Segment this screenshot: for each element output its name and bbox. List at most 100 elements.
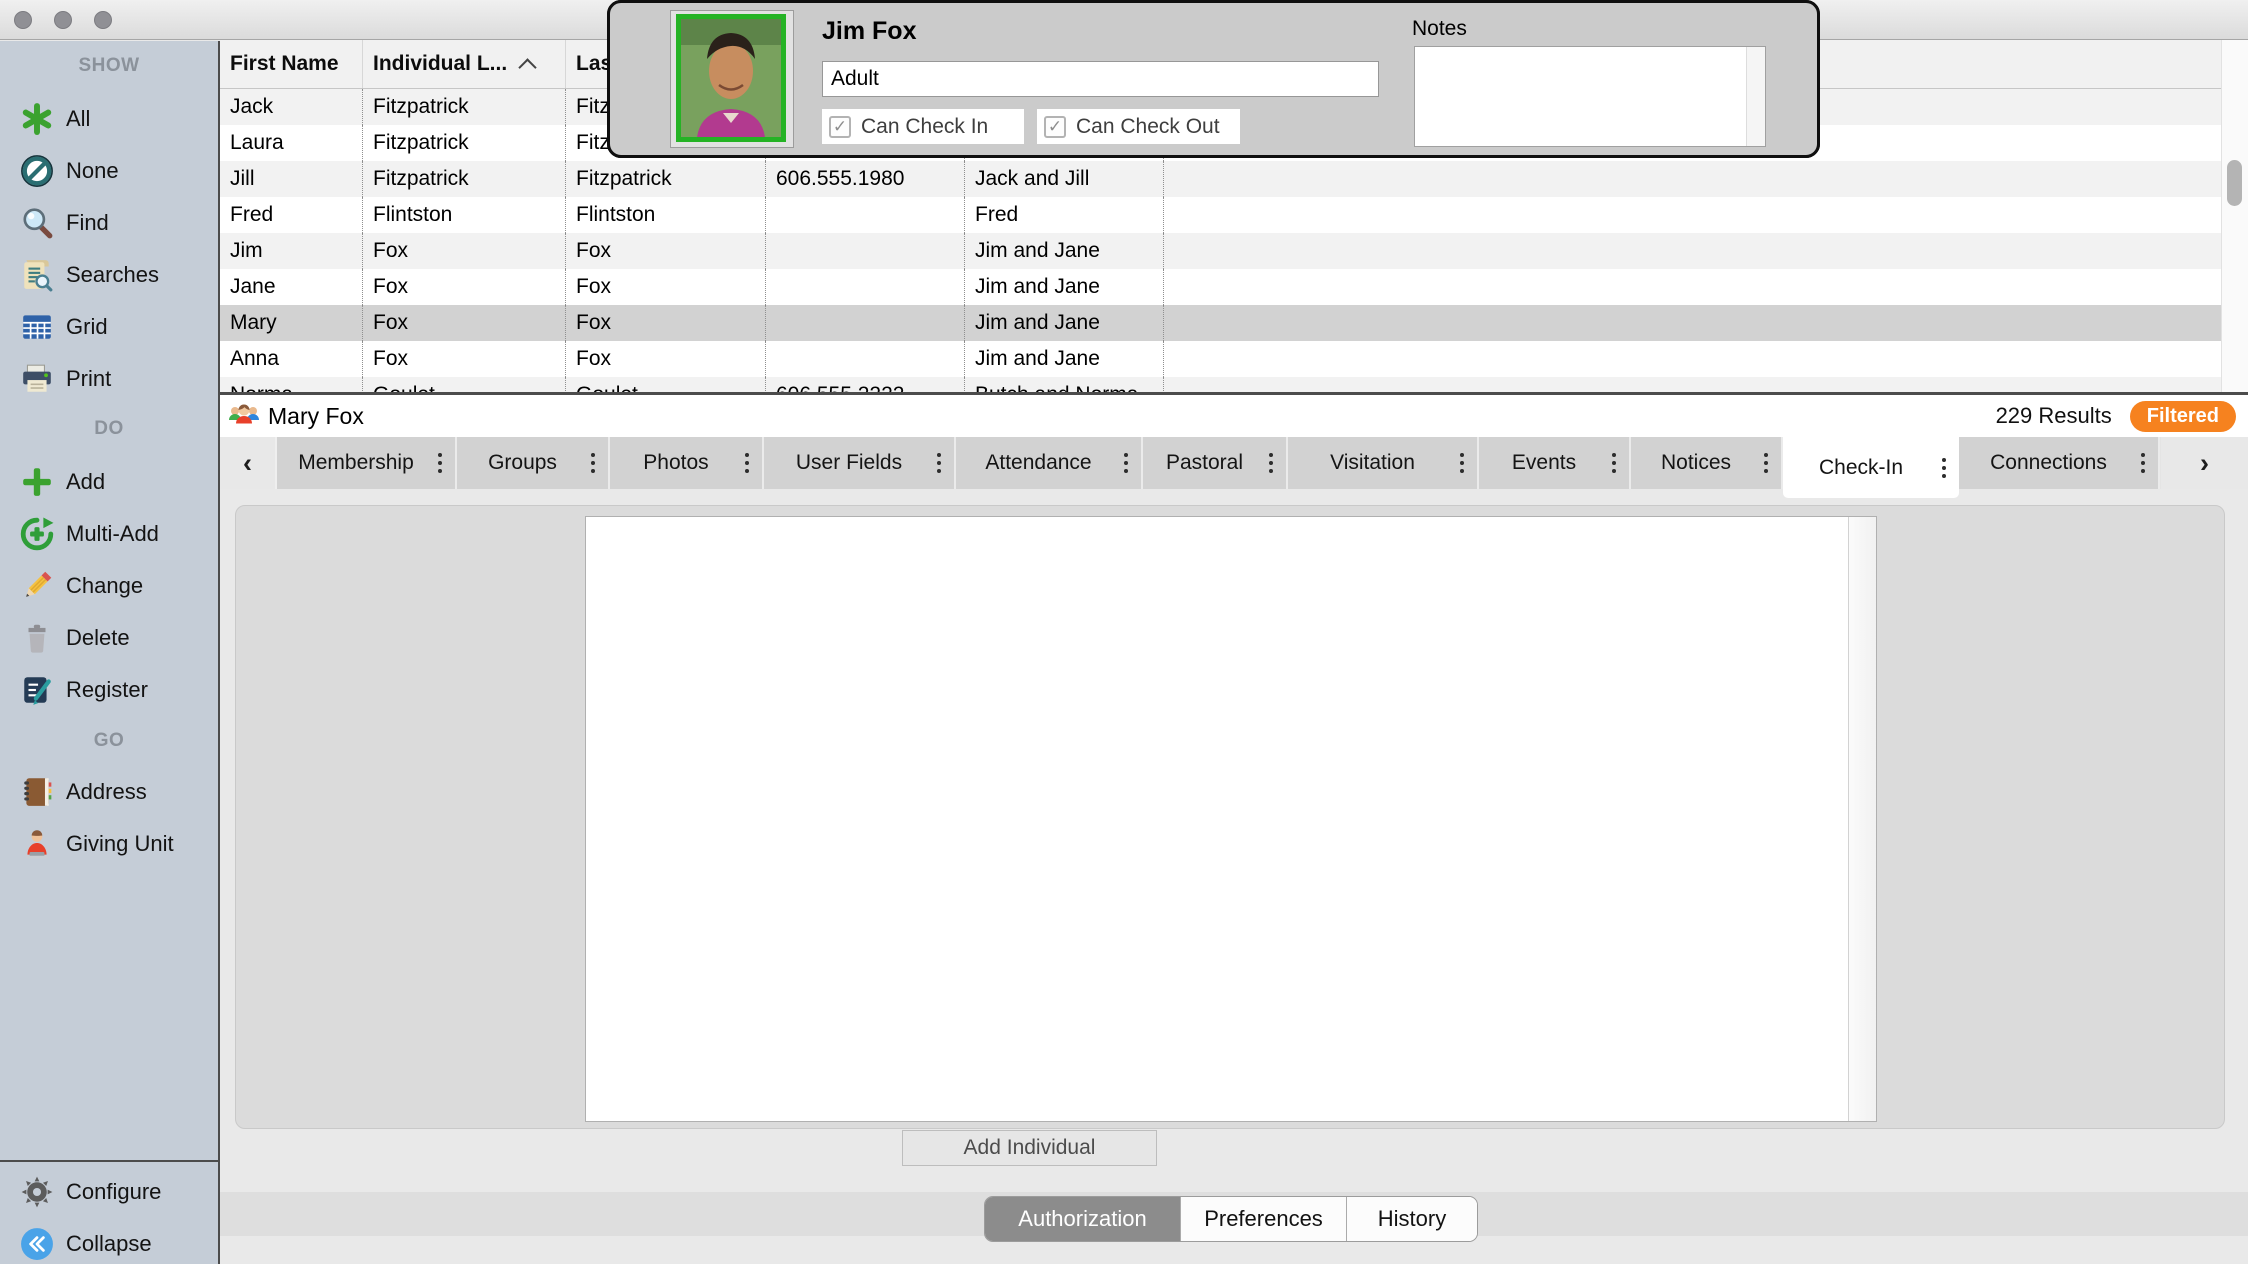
sidebar-item-add[interactable]: Add [0, 456, 218, 508]
sidebar-item-label: Add [66, 469, 105, 495]
jim-photo[interactable] [676, 14, 786, 142]
authorization-list-panel [585, 516, 1877, 1122]
none-icon [20, 154, 54, 188]
person-name: Jim Fox [822, 17, 916, 46]
searches-icon [20, 258, 54, 292]
can-check-out-option[interactable]: ✓ Can Check Out [1037, 109, 1240, 144]
checkbox-checked-icon[interactable]: ✓ [829, 116, 851, 138]
sidebar-item-none[interactable]: None [0, 145, 218, 197]
table-row[interactable]: JaneFoxFoxJim and Jane [220, 269, 2221, 305]
person-type-input[interactable] [822, 61, 1379, 97]
delete-icon [20, 621, 54, 655]
tab-user-fields[interactable]: User Fields [764, 437, 956, 489]
tab-groups[interactable]: Groups [457, 437, 610, 489]
sidebar-item-register[interactable]: Register [0, 664, 218, 716]
chevron-left-icon: ‹ [243, 448, 252, 479]
checkbox-checked-icon[interactable]: ✓ [1044, 116, 1066, 138]
kebab-menu-icon[interactable] [1460, 461, 1464, 465]
tab-authorization[interactable]: Authorization [985, 1197, 1181, 1241]
sidebar-section-go: GO [0, 730, 218, 752]
tab-check-in[interactable]: Check-In [1783, 437, 1959, 498]
sidebar-item-label: Giving Unit [66, 831, 174, 857]
address-icon [20, 775, 54, 809]
table-row[interactable]: JillFitzpatrickFitzpatrick606.555.1980Ja… [220, 161, 2221, 197]
sidebar-item-label: Register [66, 677, 148, 703]
sidebar-item-change[interactable]: Change [0, 560, 218, 612]
sidebar-section-do: DO [0, 418, 218, 440]
tab-notices[interactable]: Notices [1631, 437, 1783, 489]
sidebar-item-find[interactable]: Find [0, 197, 218, 249]
notes-field[interactable] [1414, 46, 1766, 147]
kebab-menu-icon[interactable] [1124, 461, 1128, 465]
sidebar-item-delete[interactable]: Delete [0, 612, 218, 664]
tab-pastoral[interactable]: Pastoral [1143, 437, 1288, 489]
add-icon [20, 465, 54, 499]
sidebar-item-label: Multi-Add [66, 521, 159, 547]
change-icon [20, 569, 54, 603]
sidebar-item-collapse[interactable]: Collapse [0, 1218, 218, 1264]
sidebar-item-configure[interactable]: Configure [0, 1166, 218, 1218]
filtered-badge[interactable]: Filtered [2130, 401, 2236, 432]
table-scrollbar[interactable] [2221, 40, 2248, 392]
column-header-individual-last[interactable]: Individual L... [363, 40, 566, 88]
kebab-menu-icon[interactable] [937, 461, 941, 465]
sidebar-item-searches[interactable]: Searches [0, 249, 218, 301]
sidebar-item-label: Configure [66, 1179, 161, 1205]
column-header-first-name[interactable]: First Name [220, 40, 363, 88]
notes-scrollbar[interactable] [1746, 47, 1765, 146]
sidebar-divider [0, 1160, 220, 1162]
tab-membership[interactable]: Membership [277, 437, 457, 489]
find-icon [20, 206, 54, 240]
tabs-scroll-left-button[interactable]: ‹ [220, 437, 277, 489]
tabs-scroll-right-button[interactable]: › [2160, 437, 2248, 489]
tab-visitation[interactable]: Visitation [1288, 437, 1479, 489]
table-row[interactable]: NormaGouletGoulet606.555.2222Butch and N… [220, 377, 2221, 392]
panel-scrollbar[interactable] [1848, 517, 1876, 1121]
kebab-menu-icon[interactable] [1612, 461, 1616, 465]
sidebar-item-label: Collapse [66, 1231, 152, 1257]
configure-icon [20, 1175, 54, 1209]
kebab-menu-icon[interactable] [1269, 461, 1273, 465]
record-header: Mary Fox 229 Results Filtered [220, 395, 2248, 437]
kebab-menu-icon[interactable] [745, 461, 749, 465]
kebab-menu-icon[interactable] [1942, 466, 1946, 470]
sidebar-item-label: Delete [66, 625, 130, 651]
table-row[interactable]: JimFoxFoxJim and Jane [220, 233, 2221, 269]
sidebar-item-print[interactable]: Print [0, 353, 218, 405]
register-icon [20, 673, 54, 707]
kebab-menu-icon[interactable] [1764, 461, 1768, 465]
chevron-right-icon: › [2200, 448, 2209, 479]
notes-label: Notes [1412, 17, 1467, 41]
grid-icon [20, 310, 54, 344]
giving-unit-icon [20, 827, 54, 861]
add-individual-button[interactable]: Add Individual [902, 1130, 1157, 1166]
kebab-menu-icon[interactable] [591, 461, 595, 465]
table-row[interactable]: AnnaFoxFoxJim and Jane [220, 341, 2221, 377]
sidebar-item-address[interactable]: Address [0, 766, 218, 818]
kebab-menu-icon[interactable] [2141, 461, 2145, 465]
tab-preferences[interactable]: Preferences [1181, 1197, 1347, 1241]
sidebar-item-giving-unit[interactable]: Giving Unit [0, 818, 218, 870]
sidebar-item-label: Change [66, 573, 143, 599]
sidebar-item-label: Address [66, 779, 147, 805]
table-row-selected[interactable]: MaryFoxFoxJim and Jane [220, 305, 2221, 341]
kebab-menu-icon[interactable] [438, 461, 442, 465]
detail-tab-bar: ‹ Membership Groups Photos User Fields A… [220, 437, 2248, 489]
sidebar-item-label: Searches [66, 262, 159, 288]
table-row[interactable]: FredFlintstonFlintstonFred [220, 197, 2221, 233]
record-name: Mary Fox [268, 403, 364, 430]
can-check-in-option[interactable]: ✓ Can Check In [822, 109, 1024, 144]
table-scrollbar-thumb[interactable] [2227, 160, 2242, 206]
tab-connections[interactable]: Connections [1959, 437, 2160, 489]
collapse-icon [20, 1227, 54, 1261]
sort-ascending-icon [518, 58, 536, 76]
multi-add-icon [20, 517, 54, 551]
tab-history[interactable]: History [1347, 1197, 1477, 1241]
tab-photos[interactable]: Photos [610, 437, 764, 489]
sidebar-item-multi-add[interactable]: Multi-Add [0, 508, 218, 560]
sidebar-item-grid[interactable]: Grid [0, 301, 218, 353]
tab-events[interactable]: Events [1479, 437, 1631, 489]
sidebar-item-label: Grid [66, 314, 108, 340]
sidebar-item-all[interactable]: All [0, 93, 218, 145]
tab-attendance[interactable]: Attendance [956, 437, 1143, 489]
